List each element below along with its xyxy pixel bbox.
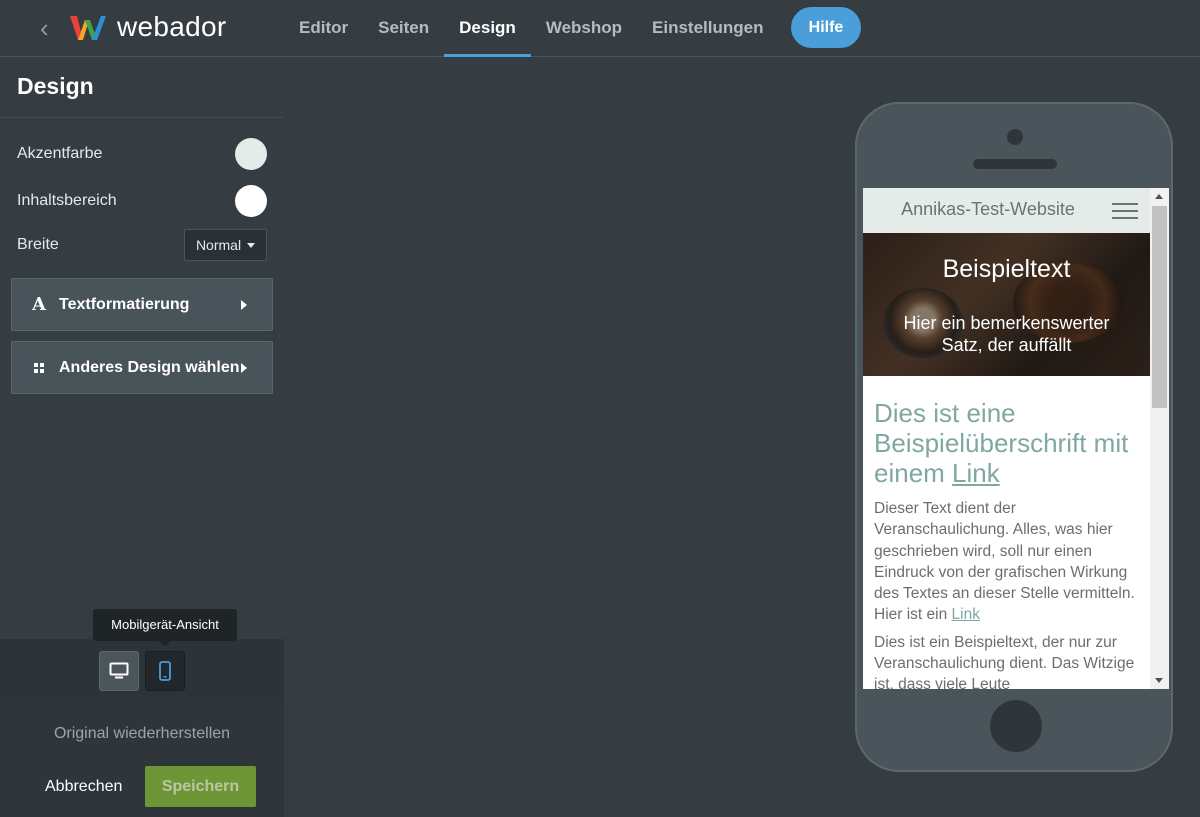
main-nav: Editor Seiten Design Webshop Einstellung… — [284, 0, 778, 57]
nav-einstellungen[interactable]: Einstellungen — [637, 0, 778, 57]
content-area-label: Inhaltsbereich — [17, 192, 117, 209]
site-title[interactable]: Annikas-Test-Website — [863, 199, 1113, 220]
text-format-icon: A — [32, 294, 46, 315]
logo-text: webador — [117, 11, 227, 42]
sidebar-footer: Original wiederherstellen Abbrechen Spei… — [0, 703, 284, 817]
phone-speaker — [973, 159, 1057, 169]
width-select[interactable]: Normal — [184, 229, 267, 261]
paragraph-1-text: Dieser Text dient der Veranschaulichung.… — [874, 500, 1135, 624]
text-formatting-button[interactable]: A Textformatierung — [11, 278, 273, 331]
mobile-phone-icon — [159, 661, 171, 681]
preview-screen: Annikas-Test-Website Beispieltext Hier e… — [863, 188, 1169, 689]
scroll-down-arrow-icon[interactable] — [1155, 678, 1163, 683]
text-formatting-label: Textformatierung — [59, 295, 190, 313]
accent-color-label: Akzentfarbe — [17, 145, 103, 162]
nav-webshop[interactable]: Webshop — [531, 0, 637, 57]
restore-original-link[interactable]: Original wiederherstellen — [0, 725, 284, 743]
webador-logo-icon — [70, 16, 106, 40]
accent-color-swatch[interactable] — [235, 138, 267, 170]
heading-link[interactable]: Link — [952, 458, 1000, 488]
caret-down-icon — [247, 242, 256, 248]
phone-camera — [1007, 129, 1023, 145]
nav-editor[interactable]: Editor — [284, 0, 363, 57]
heading-text: Dies ist eine Beispielüberschrift mit ei… — [874, 398, 1129, 488]
width-select-value: Normal — [195, 237, 242, 253]
preview-paragraph-1: Dieser Text dient der Veranschaulichung.… — [874, 498, 1144, 626]
top-bar: ‹ webador Editor Seiten Design Webshop E… — [0, 0, 1200, 57]
cancel-button[interactable]: Abbrechen — [45, 778, 122, 796]
sidebar-divider — [0, 117, 284, 118]
width-row: Breite Normal — [17, 228, 267, 262]
choose-other-design-label: Anderes Design wählen — [59, 358, 240, 376]
back-chevron-icon[interactable]: ‹ — [40, 14, 62, 42]
content-area-color-swatch[interactable] — [235, 185, 267, 217]
hamburger-menu-icon[interactable] — [1112, 203, 1138, 219]
preview-scrollbar[interactable] — [1150, 188, 1169, 689]
hero-title: Beispieltext — [942, 255, 1071, 283]
help-button[interactable]: Hilfe — [791, 7, 861, 48]
hero-subtitle: Hier ein bemerkenswerter Satz, der auffä… — [903, 313, 1110, 355]
mobile-view-tooltip: Mobilgerät-Ansicht — [93, 609, 237, 647]
chevron-right-icon — [241, 363, 247, 373]
chevron-right-icon — [241, 300, 247, 310]
scroll-up-arrow-icon[interactable] — [1155, 194, 1163, 199]
width-label: Breite — [17, 236, 59, 253]
content-area-row: Inhaltsbereich — [17, 184, 267, 218]
preview-heading: Dies ist eine Beispielüberschrift mit ei… — [874, 398, 1144, 488]
accent-color-row: Akzentfarbe — [17, 137, 267, 171]
save-button[interactable]: Speichern — [145, 766, 256, 807]
mobile-view-button[interactable] — [145, 651, 185, 691]
site-header: Annikas-Test-Website — [863, 188, 1150, 233]
phone-home-button — [990, 700, 1042, 752]
scroll-thumb[interactable] — [1152, 206, 1167, 408]
grid-icon — [30, 362, 48, 373]
desktop-monitor-icon — [109, 662, 129, 679]
desktop-view-button[interactable] — [99, 651, 139, 691]
choose-other-design-button[interactable]: Anderes Design wählen — [11, 341, 273, 394]
nav-seiten[interactable]: Seiten — [363, 0, 444, 57]
hero-banner: Beispieltext Hier ein bemerkenswerter Sa… — [863, 233, 1150, 376]
nav-design[interactable]: Design — [444, 0, 531, 57]
mobile-preview-frame: Annikas-Test-Website Beispieltext Hier e… — [855, 102, 1173, 772]
paragraph-1-link[interactable]: Link — [952, 606, 980, 623]
preview-content: Dies ist eine Beispielüberschrift mit ei… — [874, 398, 1144, 689]
preview-paragraph-2: Dies ist ein Beispieltext, der nur zur V… — [874, 633, 1135, 689]
view-toggle-bar — [0, 639, 284, 703]
sidebar-title: Design — [17, 73, 94, 99]
